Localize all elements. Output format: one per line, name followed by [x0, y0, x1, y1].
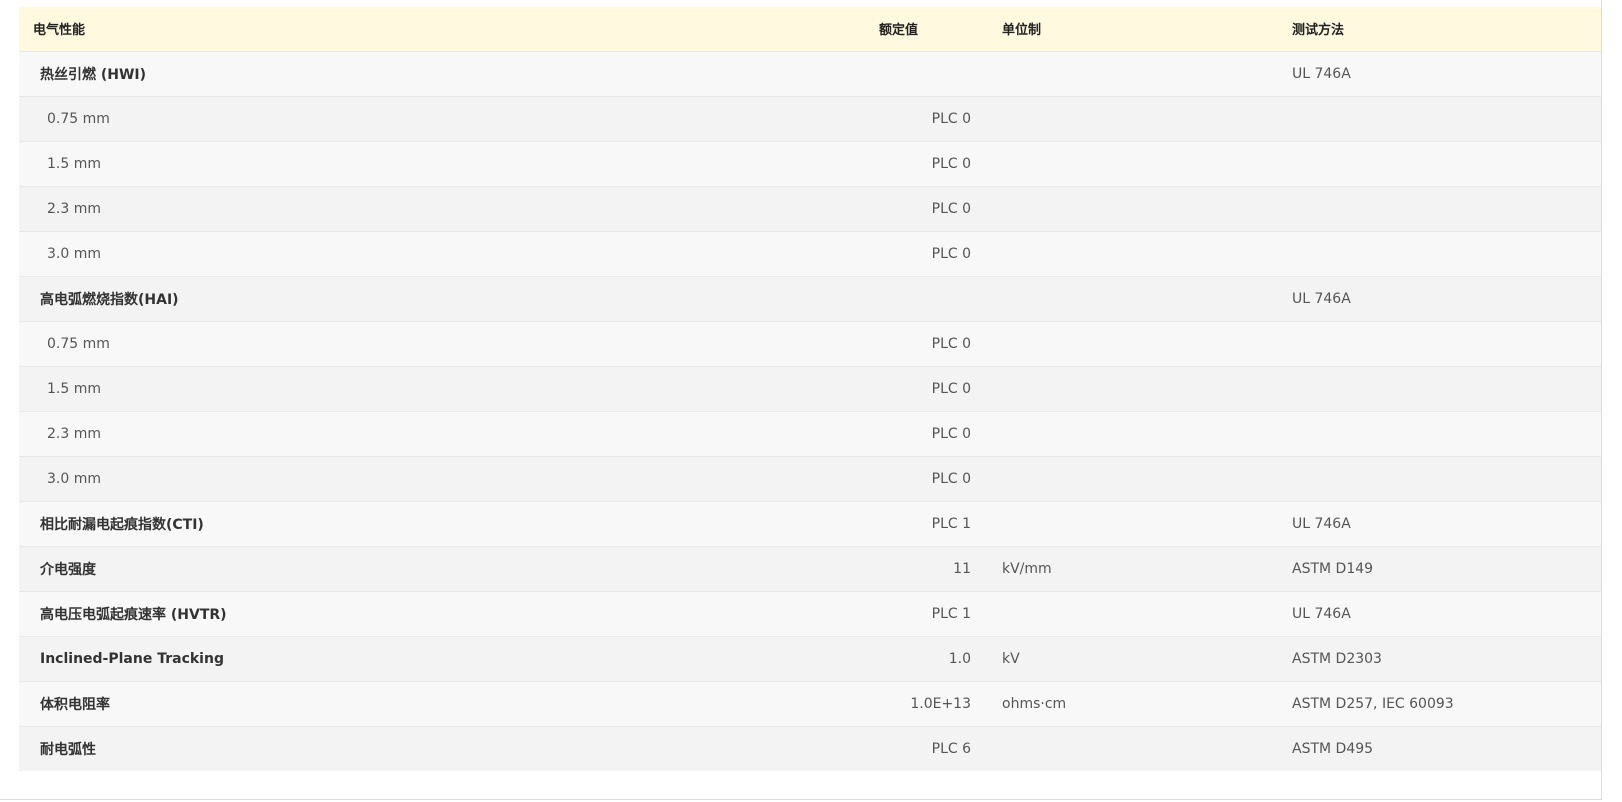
row-unit [979, 366, 1292, 411]
table-row: 3.0 mm PLC 0 [19, 231, 1601, 276]
row-method [1292, 411, 1601, 456]
header-property: 电气性能 [33, 23, 86, 39]
table-row: 高电压电弧起痕速率 (HVTR) PLC 1 UL 746A [19, 591, 1601, 636]
electrical-properties-table: 电气性能 额定值 单位制 测试方法 热丝引燃 (HWI) UL 746A 0.7… [19, 7, 1601, 771]
table-row: 2.3 mm PLC 0 [19, 411, 1601, 456]
row-property: 1.5 mm [47, 380, 101, 397]
row-unit [979, 186, 1292, 231]
row-method [1292, 456, 1601, 501]
table-header: 电气性能 额定值 单位制 测试方法 [19, 7, 1601, 51]
row-unit [979, 591, 1292, 636]
table-row: 0.75 mm PLC 0 [19, 96, 1601, 141]
row-value: 1.0E+13 [910, 695, 971, 712]
row-method: ASTM D2303 [1292, 650, 1382, 667]
row-value: PLC 0 [931, 155, 971, 172]
header-row: 电气性能 额定值 单位制 测试方法 [19, 7, 1601, 51]
row-property: 0.75 mm [47, 110, 110, 127]
row-unit [979, 276, 1292, 321]
row-value: PLC 0 [931, 200, 971, 217]
row-method [1292, 366, 1601, 411]
row-value [879, 276, 979, 321]
row-value: PLC 0 [931, 335, 971, 352]
row-value: PLC 0 [931, 470, 971, 487]
row-property: 体积电阻率 [40, 696, 110, 713]
row-unit [979, 726, 1292, 771]
row-value: PLC 6 [931, 740, 971, 757]
row-unit [979, 141, 1292, 186]
row-property: 高电压电弧起痕速率 (HVTR) [40, 606, 227, 623]
row-method: UL 746A [1292, 65, 1351, 82]
table-body: 热丝引燃 (HWI) UL 746A 0.75 mm PLC 0 1.5 mm … [19, 51, 1601, 771]
row-method: UL 746A [1292, 290, 1351, 307]
row-property: 介电强度 [40, 561, 96, 578]
row-value: 1.0 [948, 650, 971, 667]
header-method: 测试方法 [1292, 23, 1345, 39]
row-unit [979, 231, 1292, 276]
row-method: UL 746A [1292, 605, 1351, 622]
row-unit: kV [1002, 650, 1020, 667]
table-row: Inclined-Plane Tracking 1.0 kV ASTM D230… [19, 636, 1601, 681]
table-row: 1.5 mm PLC 0 [19, 141, 1601, 186]
table-row: 高电弧燃烧指数(HAI) UL 746A [19, 276, 1601, 321]
row-method: ASTM D495 [1292, 740, 1374, 757]
row-property: 3.0 mm [47, 245, 101, 262]
row-method [1292, 321, 1601, 366]
row-property: Inclined-Plane Tracking [40, 650, 224, 667]
row-property: 热丝引燃 (HWI) [40, 66, 147, 83]
row-value: PLC 0 [931, 380, 971, 397]
row-unit [979, 456, 1292, 501]
row-method [1292, 141, 1601, 186]
row-property: 1.5 mm [47, 155, 101, 172]
table-row: 1.5 mm PLC 0 [19, 366, 1601, 411]
table-row: 体积电阻率 1.0E+13 ohms·cm ASTM D257, IEC 600… [19, 681, 1601, 726]
row-unit: ohms·cm [1002, 695, 1067, 712]
table-row: 相比耐漏电起痕指数(CTI) PLC 1 UL 746A [19, 501, 1601, 546]
row-method: ASTM D257, IEC 60093 [1292, 695, 1454, 712]
row-unit [979, 51, 1292, 96]
row-unit: kV/mm [1002, 560, 1052, 577]
row-property: 2.3 mm [47, 425, 101, 442]
table-row: 2.3 mm PLC 0 [19, 186, 1601, 231]
table-row: 3.0 mm PLC 0 [19, 456, 1601, 501]
table-row: 介电强度 11 kV/mm ASTM D149 [19, 546, 1601, 591]
row-method: ASTM D149 [1292, 560, 1374, 577]
table-row: 耐电弧性 PLC 6 ASTM D495 [19, 726, 1601, 771]
row-method [1292, 186, 1601, 231]
row-unit [979, 501, 1292, 546]
row-property: 0.75 mm [47, 335, 110, 352]
row-property: 高电弧燃烧指数(HAI) [40, 291, 179, 308]
page-frame: 电气性能 额定值 单位制 测试方法 热丝引燃 (HWI) UL 746A 0.7… [0, 0, 1602, 800]
header-unit: 单位制 [1002, 23, 1042, 39]
row-property: 相比耐漏电起痕指数(CTI) [40, 516, 204, 533]
row-value: PLC 1 [931, 605, 971, 622]
row-value: PLC 1 [931, 515, 971, 532]
row-property: 3.0 mm [47, 470, 101, 487]
row-value: PLC 0 [931, 425, 971, 442]
table-row: 0.75 mm PLC 0 [19, 321, 1601, 366]
row-value: PLC 0 [931, 245, 971, 262]
table-row: 热丝引燃 (HWI) UL 746A [19, 51, 1601, 96]
row-property: 耐电弧性 [40, 741, 96, 758]
row-value [879, 51, 979, 96]
row-value: 11 [953, 560, 971, 577]
row-method [1292, 231, 1601, 276]
row-unit [979, 96, 1292, 141]
row-property: 2.3 mm [47, 200, 101, 217]
header-value: 额定值 [879, 23, 919, 39]
row-value: PLC 0 [931, 110, 971, 127]
row-unit [979, 411, 1292, 456]
row-method: UL 746A [1292, 515, 1351, 532]
row-method [1292, 96, 1601, 141]
row-unit [979, 321, 1292, 366]
